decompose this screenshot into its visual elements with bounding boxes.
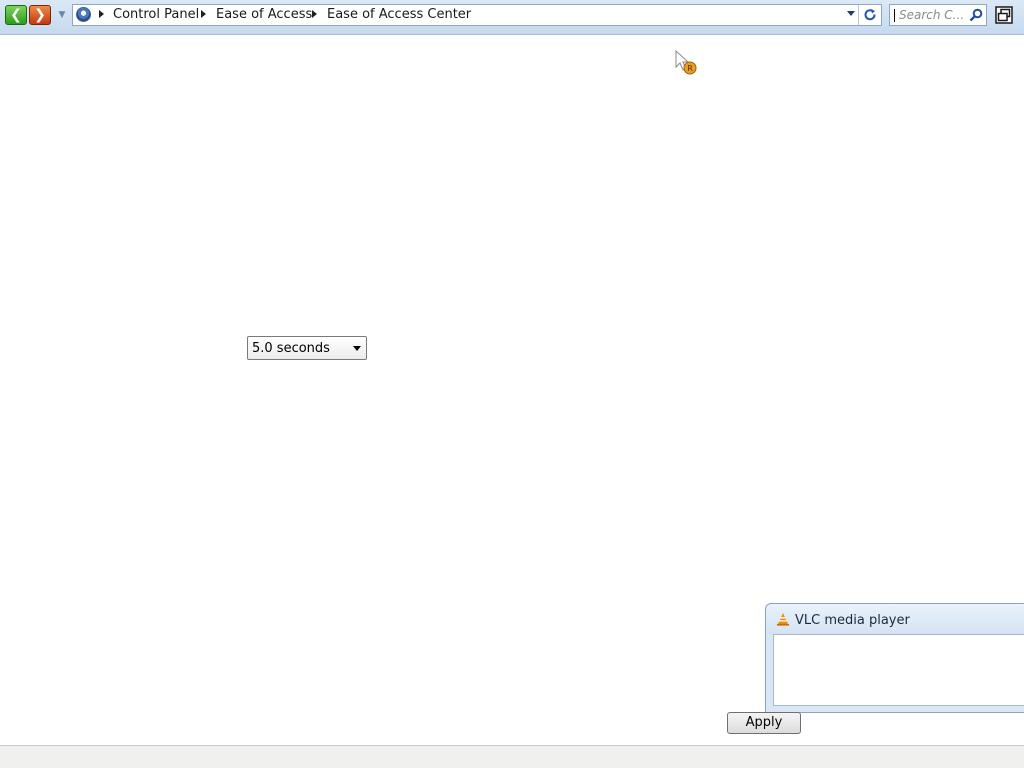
delay-dropdown-value: 5.0 seconds <box>252 341 330 356</box>
search-input[interactable]: Search C... <box>899 8 963 22</box>
refresh-icon <box>864 9 876 21</box>
svg-text:R: R <box>687 64 693 73</box>
ease-of-access-window: ❮ ❯ ▼ Control Panel Ease of Access Ease … <box>0 0 1024 768</box>
vlc-window[interactable]: VLC media player <box>765 603 1024 713</box>
address-dropdown-icon[interactable] <box>847 11 855 16</box>
apply-button[interactable]: Apply <box>727 712 801 734</box>
mouse-cursor-icon: R <box>675 50 697 75</box>
forward-button[interactable]: ❯ <box>29 5 51 25</box>
control-panel-icon <box>76 7 91 22</box>
window-restore-icon[interactable] <box>995 6 1013 24</box>
search-icon[interactable] <box>969 8 983 22</box>
vlc-titlebar[interactable]: VLC media player <box>766 604 1024 634</box>
address-bar[interactable]: Control Panel Ease of Access Ease of Acc… <box>72 4 882 26</box>
forward-arrow-icon: ❯ <box>34 7 46 23</box>
navigation-bar: ❮ ❯ ▼ Control Panel Ease of Access Ease … <box>0 0 1024 35</box>
search-text-cursor <box>894 9 895 22</box>
breadcrumb-separator-icon[interactable] <box>201 10 206 18</box>
vlc-window-title: VLC media player <box>795 613 910 628</box>
status-bar <box>0 745 1024 768</box>
breadcrumb-ease-of-access[interactable]: Ease of Access <box>216 7 312 23</box>
search-box[interactable]: Search C... <box>889 4 987 26</box>
breadcrumb-control-panel[interactable]: Control Panel <box>113 7 199 23</box>
vlc-content-area <box>773 634 1024 706</box>
delay-dropdown[interactable]: 5.0 seconds <box>247 336 367 360</box>
breadcrumb-separator-icon[interactable] <box>312 10 317 18</box>
vlc-cone-icon <box>777 613 789 626</box>
back-button[interactable]: ❮ <box>5 5 27 25</box>
back-arrow-icon: ❮ <box>10 7 22 23</box>
breadcrumb-separator-icon[interactable] <box>99 10 104 18</box>
refresh-button[interactable] <box>861 6 879 24</box>
address-separator <box>858 5 859 25</box>
recent-pages-dropdown-icon[interactable]: ▼ <box>57 10 67 20</box>
chevron-down-icon <box>353 346 361 351</box>
breadcrumb-ease-of-access-center[interactable]: Ease of Access Center <box>327 7 471 23</box>
